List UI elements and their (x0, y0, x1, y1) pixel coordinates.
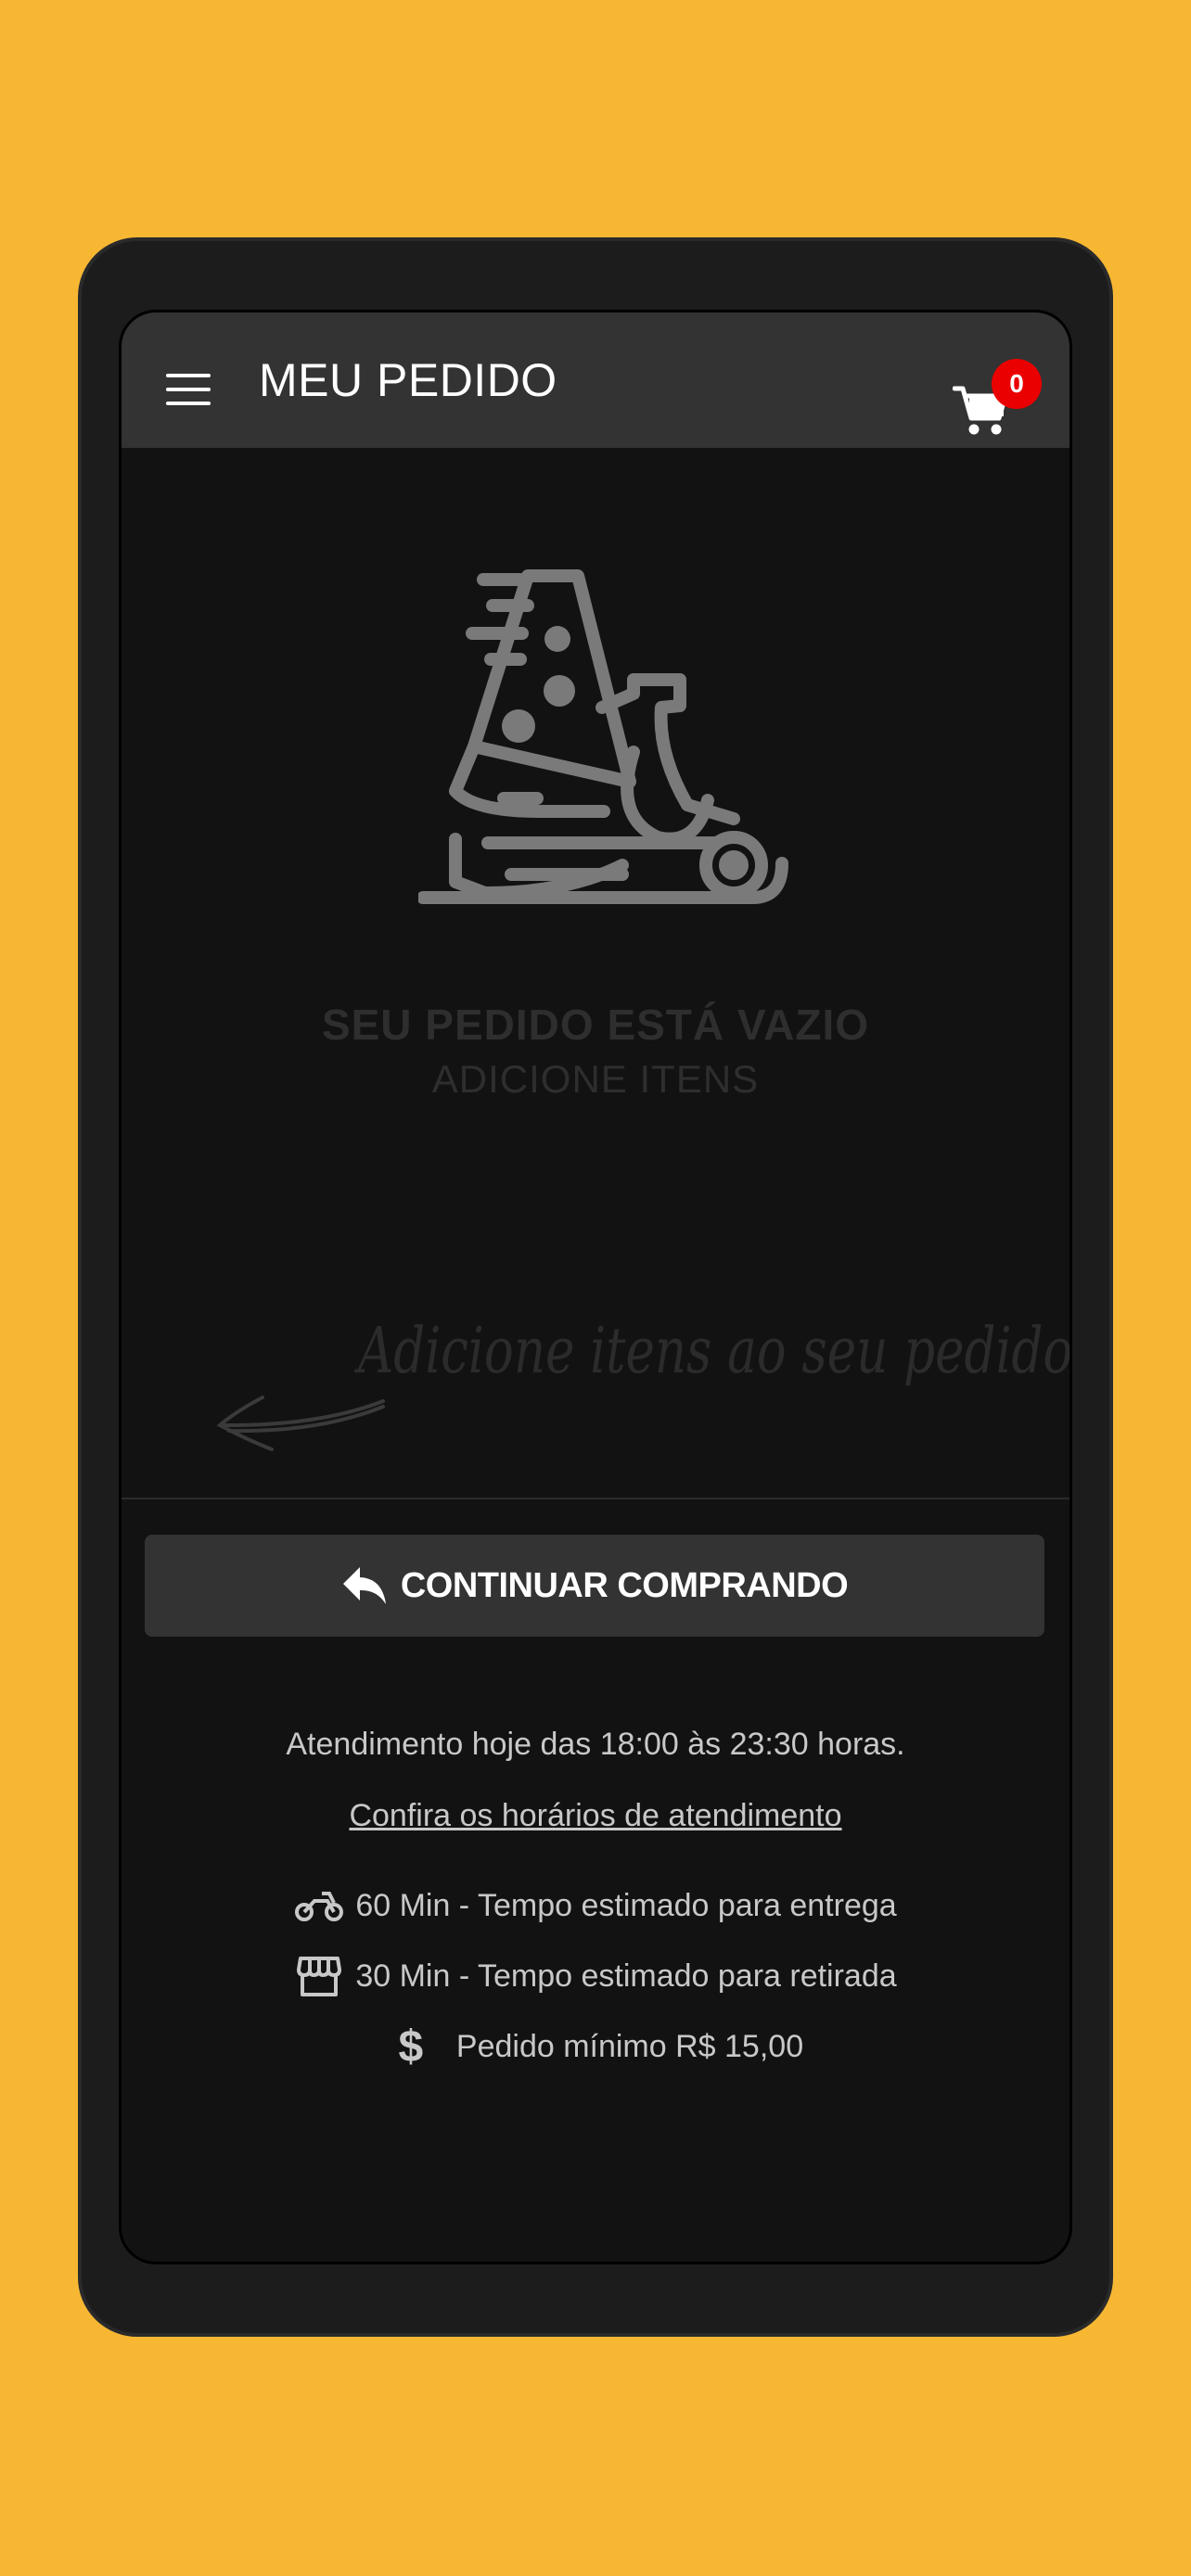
minimum-order-text: Pedido mínimo R$ 15,00 (455, 2028, 804, 2064)
page-title: MEU PEDIDO (259, 354, 557, 406)
minimum-order-row: $ Pedido mínimo R$ 15,00 (122, 2021, 1069, 2072)
cart-button[interactable]: 0 (953, 346, 1055, 439)
opening-hours-text: Atendimento hoje das 18:00 às 23:30 hora… (286, 1727, 905, 1762)
app-header: MEU PEDIDO 0 (122, 312, 1069, 448)
dollar-icon: $ (398, 2021, 424, 2072)
delivery-time-text: 60 Min - Tempo estimado para entrega (355, 1887, 897, 1923)
store-icon (297, 1957, 342, 1996)
left-arrow-icon (216, 1396, 385, 1451)
empty-cart-subtitle: ADICIONE ITENS (431, 1057, 760, 1101)
motorcycle-icon (295, 1892, 344, 1921)
pizza-scooter-icon (418, 569, 788, 904)
reply-arrow-icon (342, 1567, 386, 1604)
pickup-time-row: 30 Min - Tempo estimado para retirada (122, 1954, 1069, 1998)
empty-cart-area: SEU PEDIDO ESTÁ VAZIO ADICIONE ITENS Adi… (122, 448, 1069, 1499)
add-items-hint: Adicione itens ao seu pedido (358, 1315, 1072, 1388)
empty-cart-title: SEU PEDIDO ESTÁ VAZIO (321, 1001, 870, 1049)
continue-shopping-label: CONTINUAR COMPRANDO (400, 1565, 849, 1605)
delivery-time-row: 60 Min - Tempo estimado para entrega (122, 1883, 1069, 1928)
app-screen: MEU PEDIDO 0 SEU PEDIDO ESTÁ VAZIO ADICI… (119, 310, 1072, 2264)
continue-shopping-button[interactable]: CONTINUAR COMPRANDO (145, 1535, 1044, 1637)
opening-hours-link[interactable]: Confira os horários de atendimento (122, 1798, 1069, 1834)
pickup-time-text: 30 Min - Tempo estimado para retirada (355, 1958, 897, 1994)
cart-count-badge: 0 (992, 359, 1042, 409)
hamburger-menu-icon[interactable] (166, 374, 211, 405)
